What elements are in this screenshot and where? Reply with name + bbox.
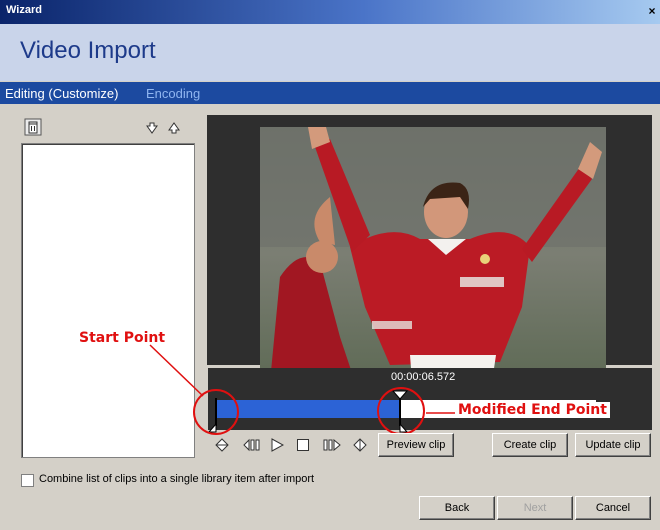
next-button[interactable]: Next xyxy=(497,496,573,520)
go-to-end-icon[interactable] xyxy=(353,438,367,452)
cancel-button[interactable]: Cancel xyxy=(575,496,651,520)
back-button[interactable]: Back xyxy=(419,496,495,520)
update-clip-button[interactable]: Update clip xyxy=(575,433,651,457)
wizard-window: Wizard × Video Import Editing (Customize… xyxy=(0,0,660,530)
step-editing: Editing (Customize) xyxy=(5,86,119,101)
combine-clips-checkbox[interactable] xyxy=(21,474,34,487)
step-bar: Editing (Customize) Encoding xyxy=(0,82,660,104)
combine-clips-label: Combine list of clips into a single libr… xyxy=(39,473,315,485)
selected-clip-range xyxy=(216,400,400,418)
preview-clip-button[interactable]: Preview clip xyxy=(378,433,454,457)
wizard-header: Video Import xyxy=(0,24,660,81)
title-bar: Wizard × xyxy=(0,0,660,24)
video-frame xyxy=(260,127,606,382)
go-to-start-icon[interactable] xyxy=(215,438,229,452)
clip-list[interactable] xyxy=(21,143,195,458)
step-encoding: Encoding xyxy=(146,86,201,101)
play-icon[interactable] xyxy=(270,438,285,452)
stop-icon[interactable] xyxy=(296,438,310,452)
timecode-readout: 00:00:06.572 xyxy=(391,371,456,383)
delete-clip-icon[interactable] xyxy=(24,118,42,136)
end-point-annotation: Modified End Point xyxy=(455,402,610,418)
move-down-icon[interactable] xyxy=(145,121,163,139)
close-button[interactable]: × xyxy=(646,4,658,18)
create-clip-button[interactable]: Create clip xyxy=(492,433,568,457)
step-forward-icon[interactable] xyxy=(322,438,342,452)
page-title: Video Import xyxy=(20,37,156,64)
step-back-icon[interactable] xyxy=(243,438,263,452)
move-up-icon[interactable] xyxy=(167,121,185,139)
start-point-annotation: Start Point xyxy=(79,330,166,346)
window-title: Wizard xyxy=(6,4,42,16)
